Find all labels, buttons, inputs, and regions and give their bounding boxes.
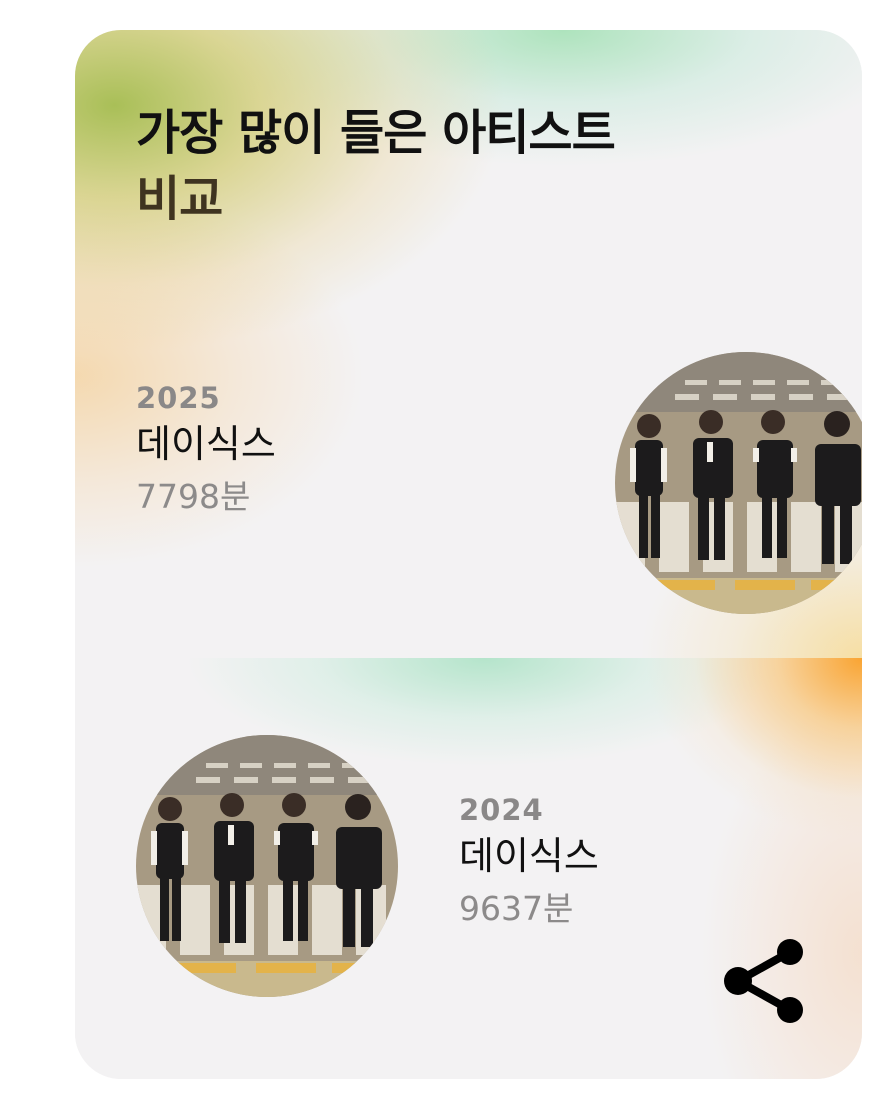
entry-artist-name: 데이식스 xyxy=(459,834,599,878)
card-title: 가장 많이 들은 아티스트 비교 xyxy=(136,100,616,232)
card-title-line-2: 비교 xyxy=(136,171,223,227)
entry-2025: 2025 데이식스 7798분 xyxy=(136,380,276,520)
card-title-line-1: 가장 많이 들은 아티스트 xyxy=(136,105,616,161)
entry-listening-minutes: 7798분 xyxy=(136,477,251,516)
panel-2025: 가장 많이 들은 아티스트 비교 2025 데이식스 7798분 xyxy=(75,30,862,658)
entry-listening-minutes: 9637분 xyxy=(459,889,574,928)
entry-2024: 2024 데이식스 9637분 xyxy=(459,792,599,932)
entry-artist-name: 데이식스 xyxy=(136,422,276,466)
share-button[interactable] xyxy=(722,935,808,1027)
artist-photo-2025 xyxy=(615,352,862,614)
entry-year: 2025 xyxy=(136,381,221,415)
artist-photo-2024 xyxy=(136,735,398,997)
top-artists-comparison-card: 가장 많이 들은 아티스트 비교 2025 데이식스 7798분 2024 데이… xyxy=(75,30,862,1079)
entry-year: 2024 xyxy=(459,793,544,827)
share-icon xyxy=(724,939,803,1023)
